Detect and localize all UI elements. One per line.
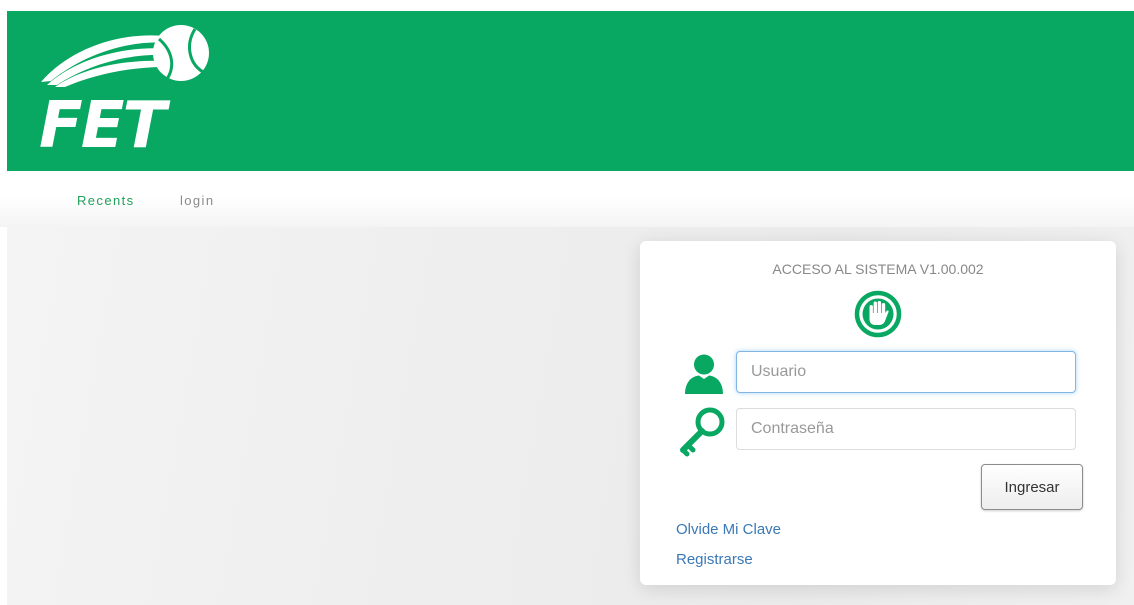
nav-item-recents[interactable]: Recents xyxy=(77,193,135,208)
key-icon xyxy=(680,407,725,457)
nav-item-login[interactable]: login xyxy=(180,193,214,208)
ingresar-button[interactable]: Ingresar xyxy=(981,464,1083,510)
login-card: ACCESO AL SISTEMA V1.00.002 Ingresar Olv… xyxy=(640,241,1116,585)
logo-text: FET xyxy=(39,89,170,150)
nav-bar: Recents login xyxy=(0,171,1134,227)
login-title: ACCESO AL SISTEMA V1.00.002 xyxy=(772,261,984,277)
forgot-password-link[interactable]: Olvide Mi Clave xyxy=(676,521,781,538)
hand-stop-icon xyxy=(854,290,902,338)
register-link[interactable]: Registrarse xyxy=(676,551,753,568)
username-input[interactable] xyxy=(736,351,1076,393)
user-icon xyxy=(685,354,723,394)
password-input[interactable] xyxy=(736,408,1076,450)
fet-logo[interactable]: FET xyxy=(33,25,213,150)
